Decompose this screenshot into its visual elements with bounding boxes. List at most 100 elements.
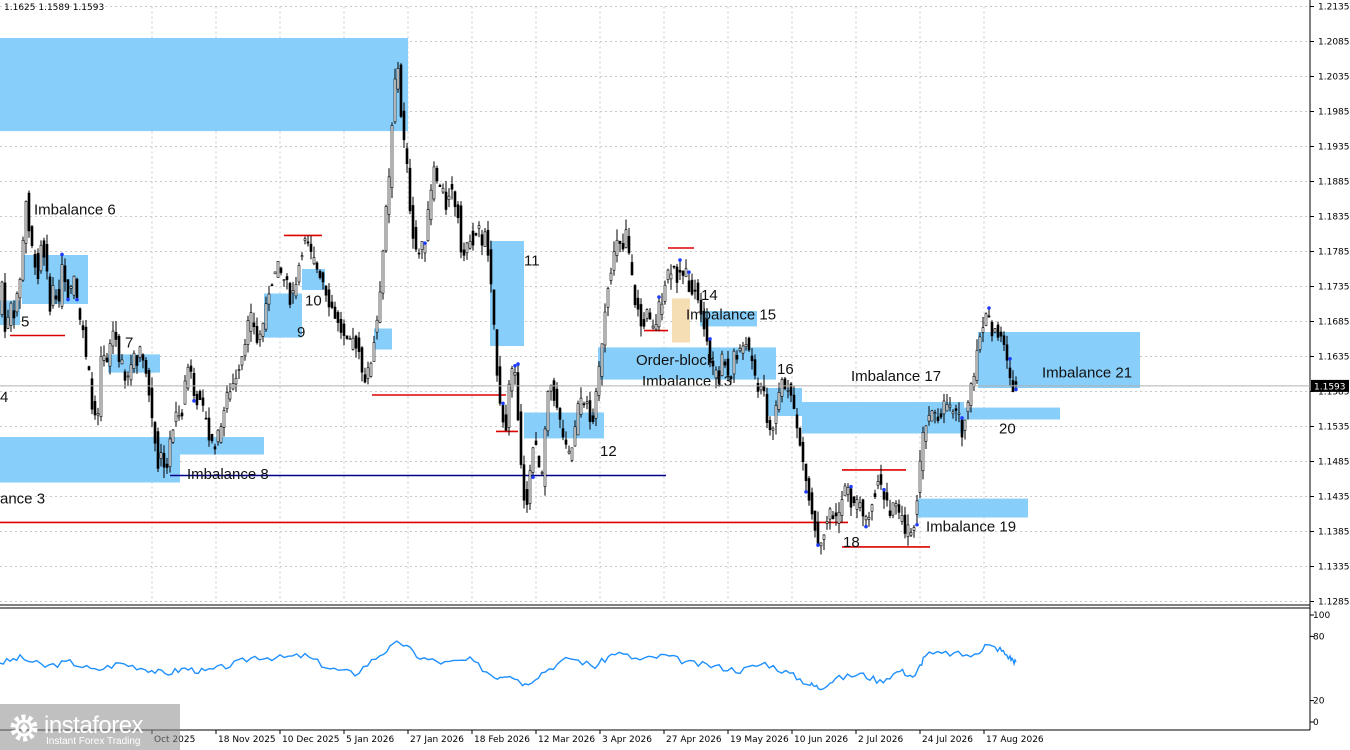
candle-body bbox=[348, 338, 352, 340]
candle-body bbox=[687, 280, 691, 292]
price-tick-label: 1.1485 bbox=[1318, 458, 1350, 468]
candle-body bbox=[528, 470, 532, 504]
annotation-label: Order-block bbox=[636, 352, 715, 369]
candle-body bbox=[63, 265, 67, 283]
candle-body bbox=[750, 355, 754, 362]
candle-body bbox=[375, 319, 379, 333]
candle-body bbox=[0, 281, 4, 315]
candle-body bbox=[540, 471, 544, 474]
candle-body bbox=[504, 414, 508, 431]
fractal-marker bbox=[849, 484, 853, 489]
candle-body bbox=[744, 344, 748, 347]
candle-body bbox=[840, 499, 844, 516]
candle-body bbox=[498, 366, 502, 404]
date-tick-label: 19 May 2026 bbox=[730, 735, 789, 745]
fractal-marker bbox=[60, 252, 64, 257]
candle-body bbox=[333, 306, 337, 319]
candle-body bbox=[291, 290, 295, 294]
candle-body bbox=[243, 344, 247, 357]
candle-body bbox=[150, 387, 154, 419]
candle-body bbox=[510, 368, 514, 392]
candle-body bbox=[273, 271, 277, 275]
candle-body bbox=[72, 275, 76, 296]
candle-body bbox=[774, 405, 778, 424]
candle-body bbox=[405, 148, 409, 165]
candle-body bbox=[825, 521, 829, 524]
candle-body bbox=[804, 463, 808, 482]
candle-body bbox=[912, 527, 916, 531]
candle-body bbox=[87, 366, 91, 371]
candle-body bbox=[525, 489, 529, 505]
candle-body bbox=[321, 272, 325, 283]
candle-body bbox=[552, 380, 556, 401]
candle-body bbox=[90, 378, 94, 410]
date-tick-label: 5 Jan 2026 bbox=[346, 735, 394, 745]
imbalance-zone bbox=[918, 498, 1028, 518]
candle-body bbox=[672, 265, 676, 268]
candle-body bbox=[459, 205, 463, 253]
candle-body bbox=[975, 350, 979, 381]
candle-body bbox=[795, 414, 799, 429]
candle-body bbox=[255, 326, 259, 343]
rsi-tick-label: 20 bbox=[1313, 697, 1325, 707]
candle-body bbox=[723, 361, 727, 366]
candle-body bbox=[441, 188, 445, 193]
candle-body bbox=[624, 229, 628, 248]
candle-body bbox=[111, 330, 115, 347]
candle-body bbox=[360, 347, 364, 373]
candle-body bbox=[258, 333, 262, 340]
candle-body bbox=[432, 166, 436, 200]
candle-body bbox=[309, 243, 313, 252]
candle-body bbox=[891, 502, 895, 516]
candle-body bbox=[903, 514, 907, 534]
candle-body bbox=[369, 362, 373, 377]
candle-body bbox=[153, 422, 157, 444]
candle-body bbox=[264, 303, 268, 330]
candle-body bbox=[837, 511, 841, 524]
candle-body bbox=[813, 510, 817, 531]
candle-body bbox=[972, 376, 976, 387]
candle-body bbox=[627, 235, 631, 254]
candle-body bbox=[420, 241, 424, 250]
date-tick-label: 10 Dec 2025 bbox=[282, 735, 340, 745]
date-tick-label: 10 Jun 2026 bbox=[794, 735, 848, 745]
candle-body bbox=[570, 447, 574, 461]
candle-body bbox=[288, 283, 292, 305]
candle-body bbox=[477, 225, 481, 229]
candle-body bbox=[180, 412, 184, 417]
candle-body bbox=[168, 438, 172, 467]
candle-body bbox=[981, 327, 985, 333]
candle-body bbox=[456, 204, 460, 218]
candle-body bbox=[618, 240, 622, 244]
candle-body bbox=[945, 404, 949, 412]
candle-body bbox=[378, 291, 382, 323]
date-tick-label: 3 Apr 2026 bbox=[602, 735, 652, 745]
candle-body bbox=[429, 189, 433, 221]
candle-body bbox=[414, 226, 418, 250]
fractal-marker bbox=[501, 401, 505, 406]
candle-body bbox=[336, 312, 340, 323]
candle-body bbox=[228, 391, 232, 400]
candle-body bbox=[537, 456, 541, 468]
candle-body bbox=[765, 394, 769, 423]
date-tick-label: 24 Jul 2026 bbox=[922, 735, 973, 745]
candle-body bbox=[849, 488, 853, 508]
candle-body bbox=[261, 323, 265, 337]
candle-body bbox=[384, 206, 388, 252]
candle-body bbox=[213, 446, 217, 450]
price-chart[interactable]: Imbalance 6 5 7 4 Imbalance 8 ance 3 109 11 12 14… bbox=[0, 0, 1350, 750]
candle-body bbox=[123, 371, 127, 381]
price-tick-label: 1.2035 bbox=[1318, 73, 1350, 83]
price-tick-label: 1.2085 bbox=[1318, 38, 1350, 48]
candle-body bbox=[108, 343, 112, 367]
candle-body bbox=[132, 352, 136, 369]
candle-body bbox=[165, 463, 169, 468]
candle-body bbox=[909, 532, 913, 536]
candle-body bbox=[9, 302, 13, 326]
candle-body bbox=[882, 490, 886, 500]
candle-body bbox=[573, 426, 577, 447]
annotation-label: Imbalance 8 bbox=[187, 466, 269, 483]
annotation-label: Imbalance 6 bbox=[34, 202, 116, 219]
annotation-label: Imbalance 13 bbox=[642, 373, 732, 390]
candle-body bbox=[654, 323, 658, 330]
